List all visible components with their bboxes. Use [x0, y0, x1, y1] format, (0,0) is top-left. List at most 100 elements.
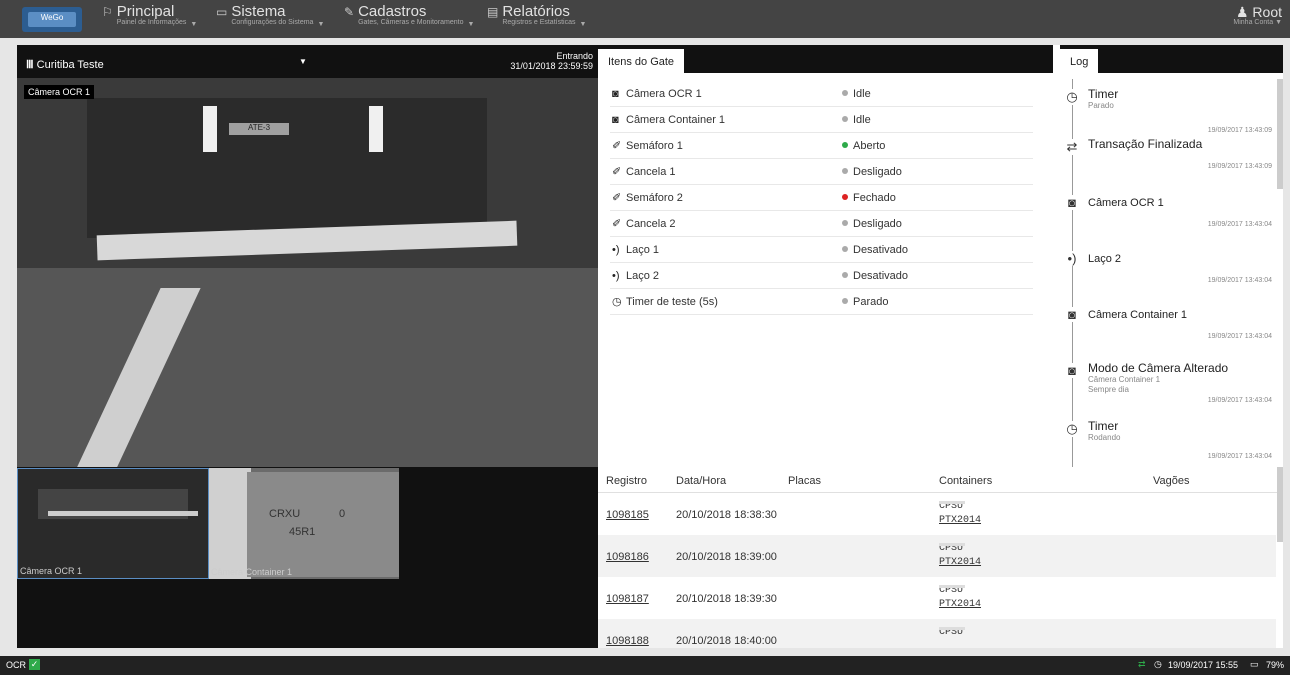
disk-usage: 79%: [1266, 660, 1285, 670]
nav-sub: Painel de Informações: [116, 19, 187, 26]
plug-icon: ✐: [612, 192, 622, 204]
record-id-link[interactable]: 1098187: [606, 593, 649, 605]
status-dot-icon: [842, 298, 848, 304]
thumbnail-ocr[interactable]: Câmera OCR 1: [17, 468, 209, 579]
table-header: Registro Data/Hora Placas Containers Vag…: [598, 467, 1283, 493]
main-video[interactable]: ATE-3 Câmera OCR 1: [17, 78, 598, 467]
nav-0[interactable]: ⚐ Principal Painel de Informações ▼: [102, 4, 198, 28]
camera-select[interactable]: Ⅲ Curitiba Teste: [26, 58, 104, 71]
status-dot-icon: [842, 220, 848, 226]
camera-icon: ◙: [1064, 363, 1080, 378]
check-icon: ✓: [29, 659, 40, 670]
grip-icon: Ⅲ: [26, 59, 34, 71]
camera-icon: ◙: [612, 88, 619, 100]
container-type: 45R1: [289, 526, 316, 538]
gate-item-name: Semáforo 2: [626, 192, 683, 204]
gate-item[interactable]: ✐ Semáforo 1 Aberto: [610, 133, 1033, 159]
timer-icon: ◷: [612, 296, 622, 308]
gate-item[interactable]: ◙ Câmera OCR 1 Idle: [610, 81, 1033, 107]
table-row[interactable]: 1098186 20/10/2018 18:39:00 CPSU PTX2014: [598, 535, 1276, 577]
timer-icon: ◷: [1064, 421, 1080, 437]
gate-item-status: Idle: [853, 114, 871, 126]
timer-icon: ◷: [1064, 89, 1080, 105]
records-table: Registro Data/Hora Placas Containers Vag…: [598, 467, 1283, 648]
record-id-link[interactable]: 1098186: [606, 551, 649, 563]
table-row[interactable]: 1098185 20/10/2018 18:38:30 CPSU PTX2014: [598, 493, 1276, 535]
ocr-label: OCR: [6, 660, 26, 670]
container-2: PTX2014: [939, 515, 982, 526]
user-menu[interactable]: ♟ Root Minha Conta ▼: [1233, 5, 1282, 26]
thumbnail-container[interactable]: CRXU 0 45R1 Câmera Container 1: [209, 468, 399, 579]
gate-item[interactable]: •) Laço 2 Desativado: [610, 263, 1033, 289]
camera-select-label: Curitiba Teste: [36, 59, 104, 71]
col-containers: Containers: [939, 475, 993, 487]
log-time: 19/09/2017 13:43:09: [1207, 163, 1272, 170]
camera-header: Ⅲ Curitiba Teste ▼ Entrando 31/01/2018 23…: [17, 45, 598, 78]
gate-item-name: Cancela 2: [626, 218, 676, 230]
gate-item[interactable]: ◙ Câmera Container 1 Idle: [610, 107, 1033, 133]
signal-icon: •): [1064, 251, 1080, 266]
table-row[interactable]: 1098187 20/10/2018 18:39:30 CPSU PTX2014: [598, 577, 1276, 619]
gate-item-name: Laço 2: [626, 270, 660, 282]
log-panel: Log ◷ Timer Parado 19/09/2017 13:43:09 ⇄ Tran…: [1060, 45, 1283, 467]
gate-item-status: Desligado: [853, 166, 902, 178]
record-id-link[interactable]: 1098185: [606, 509, 649, 521]
record-date: 20/10/2018 18:38:30: [676, 509, 777, 521]
camera-datetime: 31/01/2018 23:59:59: [510, 61, 593, 71]
user-sub: Minha Conta: [1233, 19, 1274, 26]
report-icon: ▤: [487, 5, 499, 19]
log-time: 19/09/2017 13:43:04: [1207, 277, 1272, 284]
gate-item-name: Câmera OCR 1: [626, 88, 702, 100]
log-scrollbar[interactable]: [1277, 79, 1283, 189]
col-placas: Placas: [788, 475, 822, 487]
gate-item[interactable]: ✐ Semáforo 2 Fechado: [610, 185, 1033, 211]
gate-item[interactable]: ◷ Timer de teste (5s) Parado: [610, 289, 1033, 315]
nav-1[interactable]: ▭ Sistema Configurações do Sistema ▼: [216, 4, 324, 28]
gate-item[interactable]: •) Laço 1 Desativado: [610, 237, 1033, 263]
plate-image: ATE-3: [229, 123, 289, 135]
signal-icon: •): [612, 270, 620, 282]
gate-item[interactable]: ✐ Cancela 2 Desligado: [610, 211, 1033, 237]
gate-item-name: Laço 1: [626, 244, 660, 256]
status-datetime: 19/09/2017 15:55: [1168, 660, 1239, 670]
status-dot-icon: [842, 246, 848, 252]
dropdown-caret-icon[interactable]: ▼: [299, 57, 307, 66]
thumbnail-label: Câmera Container 1: [211, 567, 293, 577]
gate-item-status: Desativado: [853, 244, 909, 256]
table-scrollbar[interactable]: [1277, 467, 1283, 542]
log-title: Modo de Câmera Alterado: [1088, 361, 1229, 375]
log-title: Laço 2: [1088, 253, 1122, 265]
col-vagoes: Vagões: [1153, 475, 1190, 487]
status-dot-icon: [842, 116, 848, 122]
table-row[interactable]: 1098188 20/10/2018 18:40:00 CPSU: [598, 619, 1276, 648]
log-time: 19/09/2017 13:43:09: [1207, 127, 1272, 134]
gate-item[interactable]: ✐ Cancela 1 Desligado: [610, 159, 1033, 185]
nav-3[interactable]: ▤ Relatórios Registros e Estatísticas ▼: [487, 4, 587, 28]
tab-gate-items[interactable]: Itens do Gate: [598, 49, 685, 73]
log-sub: Câmera Container 1: [1088, 375, 1161, 384]
log-sub: Rodando: [1088, 433, 1121, 442]
log-title: Câmera Container 1: [1088, 309, 1188, 321]
log-title: Timer: [1088, 87, 1119, 101]
record-date: 20/10/2018 18:39:30: [676, 593, 777, 605]
gate-items-panel: Itens do Gate ◙ Câmera OCR 1 Idle ◙ Câmera C…: [598, 45, 1053, 467]
log-sub: Sempre dia: [1088, 385, 1129, 394]
hdd-icon: ▭: [1250, 659, 1259, 669]
status-dot-icon: [842, 272, 848, 278]
gate-item-status: Fechado: [853, 192, 896, 204]
container-2: PTX2014: [939, 599, 982, 610]
caret-down-icon: ▼: [190, 21, 198, 28]
caret-down-icon: ▼: [579, 21, 587, 28]
nav-sub: Gates, Câmeras e Monitoramento: [358, 19, 464, 26]
user-icon: ♟: [1235, 4, 1249, 20]
record-id-link[interactable]: 1098188: [606, 635, 649, 647]
log-title: Timer: [1088, 419, 1119, 433]
caret-down-icon: ▼: [467, 21, 475, 28]
status-dot-icon: [842, 194, 848, 200]
logo[interactable]: WeGo: [22, 7, 82, 32]
thumbnail-label: Câmera OCR 1: [20, 566, 83, 576]
nav-2[interactable]: ✎ Cadastros Gates, Câmeras e Monitoramento…: [344, 4, 475, 28]
tab-log[interactable]: Log: [1060, 49, 1099, 73]
camera-icon: ◙: [1064, 307, 1080, 322]
user-name: Root: [1252, 4, 1282, 20]
